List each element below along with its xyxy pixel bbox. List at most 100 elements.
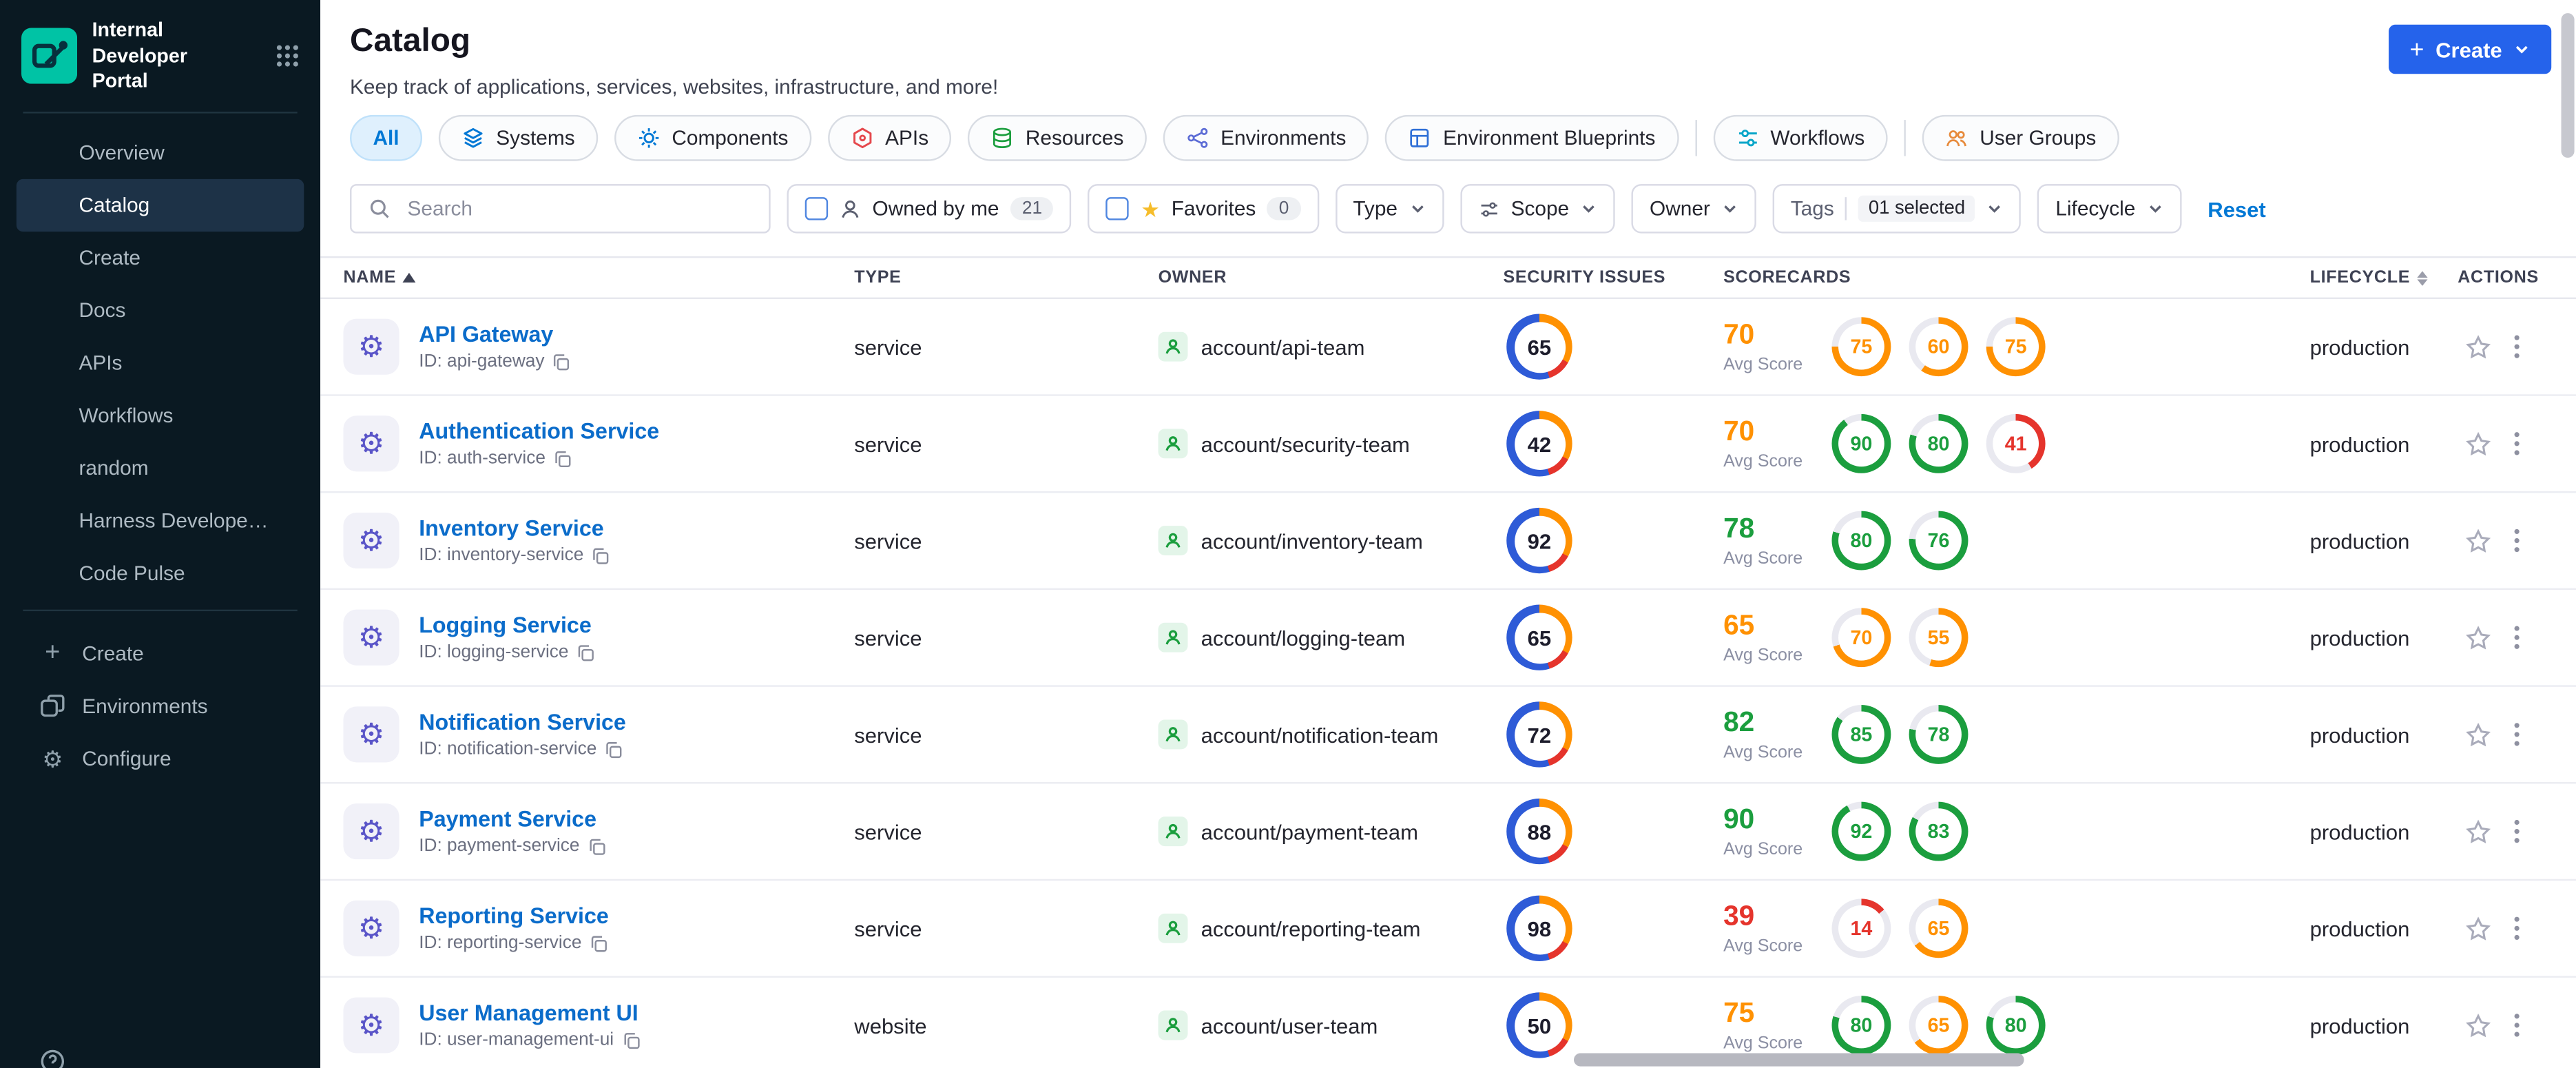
horizontal-scrollbar-thumb[interactable] bbox=[1574, 1053, 2024, 1067]
sidebar-item-workflows[interactable]: Workflows bbox=[0, 389, 320, 442]
scope-filter-dropdown[interactable]: Scope bbox=[1460, 184, 1615, 234]
copy-icon[interactable] bbox=[577, 644, 594, 661]
chevron-down-icon bbox=[1583, 205, 1595, 213]
col-header-lifecycle[interactable]: LIFECYCLE bbox=[2310, 268, 2458, 287]
row-menu-kebab-icon[interactable] bbox=[2513, 1012, 2520, 1038]
tab-environment-blueprints[interactable]: Environment Blueprints bbox=[1385, 114, 1679, 161]
favorites-checkbox[interactable] bbox=[1106, 197, 1130, 220]
tab-components[interactable]: Components bbox=[614, 114, 811, 161]
scorecard-rings: 14 65 bbox=[1831, 898, 1969, 958]
table-row[interactable]: ⚙ Authentication Service ID: auth-servic… bbox=[320, 396, 2576, 493]
favorite-star-icon[interactable] bbox=[2464, 624, 2493, 652]
sidebar-item-docs[interactable]: Docs bbox=[0, 284, 320, 336]
row-menu-kebab-icon[interactable] bbox=[2513, 431, 2520, 457]
entity-id: ID: inventory-service bbox=[419, 546, 610, 565]
scorecard-ring: 85 bbox=[1831, 704, 1891, 764]
sidebar-configure-button[interactable]: ⚙ Configure bbox=[0, 732, 320, 785]
tab-resources[interactable]: Resources bbox=[968, 114, 1147, 161]
lifecycle-filter-dropdown[interactable]: Lifecycle bbox=[2037, 184, 2182, 234]
entity-name-link[interactable]: Payment Service bbox=[419, 807, 596, 832]
row-menu-kebab-icon[interactable] bbox=[2513, 819, 2520, 845]
tab-apis[interactable]: APIs bbox=[827, 114, 952, 161]
favorites-filter[interactable]: ★ Favorites 0 bbox=[1088, 184, 1319, 234]
tags-filter-dropdown[interactable]: Tags 01 selected bbox=[1772, 184, 2022, 234]
copy-icon[interactable] bbox=[590, 934, 607, 952]
owner-filter-dropdown[interactable]: Owner bbox=[1631, 184, 1756, 234]
search-input[interactable] bbox=[404, 195, 753, 222]
entity-owner: account/security-team bbox=[1158, 429, 1504, 459]
sidebar-bottom-partial-item[interactable] bbox=[39, 1048, 65, 1068]
table-row[interactable]: ⚙ Reporting Service ID: reporting-servic… bbox=[320, 881, 2576, 978]
favorite-star-icon[interactable] bbox=[2464, 721, 2493, 749]
sidebar-item-random[interactable]: random bbox=[0, 442, 320, 494]
scorecard-rings: 70 55 bbox=[1831, 608, 1969, 668]
sidebar-create-button[interactable]: + Create bbox=[0, 627, 320, 679]
entity-name-link[interactable]: Inventory Service bbox=[419, 516, 603, 541]
entity-name-link[interactable]: API Gateway bbox=[419, 322, 553, 347]
row-menu-kebab-icon[interactable] bbox=[2513, 721, 2520, 748]
copy-icon[interactable] bbox=[592, 546, 610, 564]
owned-by-me-checkbox[interactable] bbox=[804, 197, 829, 220]
sidebar-environments-button[interactable]: Environments bbox=[0, 680, 320, 732]
security-issues-donut: 88 bbox=[1506, 798, 1572, 865]
avg-score: 39 Avg Score bbox=[1723, 900, 1803, 956]
entity-name-link[interactable]: Logging Service bbox=[419, 613, 592, 637]
scorecards-cell: 65 Avg Score 70 55 bbox=[1723, 608, 2310, 668]
apps-grid-icon[interactable] bbox=[274, 43, 300, 70]
copy-icon[interactable] bbox=[588, 837, 605, 855]
entity-name-link[interactable]: Authentication Service bbox=[419, 419, 659, 444]
sidebar-item-code-pulse[interactable]: Code Pulse bbox=[0, 547, 320, 599]
favorite-star-icon[interactable] bbox=[2464, 526, 2493, 555]
scorecard-ring: 65 bbox=[1909, 996, 1969, 1055]
page-subtitle: Keep track of applications, services, we… bbox=[350, 75, 999, 99]
table-row[interactable]: ⚙ Inventory Service ID: inventory-servic… bbox=[320, 493, 2576, 591]
row-menu-kebab-icon[interactable] bbox=[2513, 527, 2520, 553]
favorite-star-icon[interactable] bbox=[2464, 817, 2493, 845]
tab-systems[interactable]: Systems bbox=[438, 114, 599, 161]
table-row[interactable]: ⚙ Logging Service ID: logging-service se… bbox=[320, 590, 2576, 687]
sidebar-item-apis[interactable]: APIs bbox=[0, 336, 320, 389]
col-header-name[interactable]: NAME bbox=[344, 268, 855, 287]
tab-user-groups[interactable]: User Groups bbox=[1922, 114, 2119, 161]
entity-name-link[interactable]: User Management UI bbox=[419, 1000, 638, 1025]
row-menu-kebab-icon[interactable] bbox=[2513, 915, 2520, 941]
owned-by-me-filter[interactable]: Owned by me 21 bbox=[787, 184, 1072, 234]
row-menu-kebab-icon[interactable] bbox=[2513, 624, 2520, 650]
scorecard-ring: 55 bbox=[1909, 608, 1969, 668]
vertical-scrollbar-thumb[interactable] bbox=[2561, 13, 2575, 158]
reset-filters-link[interactable]: Reset bbox=[2208, 196, 2265, 221]
entity-kind-tabs: All Systems Components APIs Resources En… bbox=[320, 99, 2576, 177]
table-row[interactable]: ⚙ Notification Service ID: notification-… bbox=[320, 687, 2576, 784]
sidebar-item-harness-develope[interactable]: Harness Develope… bbox=[0, 494, 320, 546]
copy-icon[interactable] bbox=[552, 352, 570, 370]
favorite-star-icon[interactable] bbox=[2464, 914, 2493, 943]
copy-icon[interactable] bbox=[622, 1031, 640, 1049]
tab-all[interactable]: All bbox=[350, 114, 422, 161]
favorite-star-icon[interactable] bbox=[2464, 430, 2493, 458]
sidebar-item-catalog[interactable]: Catalog bbox=[16, 178, 304, 232]
row-menu-kebab-icon[interactable] bbox=[2513, 333, 2520, 360]
entity-type: service bbox=[854, 528, 922, 553]
tab-workflows[interactable]: Workflows bbox=[1712, 114, 1888, 161]
copy-icon[interactable] bbox=[554, 449, 572, 467]
favorite-star-icon[interactable] bbox=[2464, 333, 2493, 361]
copy-icon[interactable] bbox=[605, 740, 623, 758]
scorecard-ring: 14 bbox=[1831, 898, 1891, 958]
tab-environments[interactable]: Environments bbox=[1163, 114, 1369, 161]
sidebar-item-overview[interactable]: Overview bbox=[0, 126, 320, 178]
entity-name-link[interactable]: Notification Service bbox=[419, 710, 626, 735]
table-row[interactable]: ⚙ API Gateway ID: api-gateway service ac… bbox=[320, 299, 2576, 396]
create-button-label: Create bbox=[2435, 37, 2502, 62]
table-row[interactable]: ⚙ Payment Service ID: payment-service se… bbox=[320, 783, 2576, 881]
entity-name-link[interactable]: Reporting Service bbox=[419, 904, 609, 929]
tab-group-divider bbox=[1904, 120, 1906, 156]
team-icon bbox=[1158, 719, 1188, 750]
sidebar-item-create[interactable]: Create bbox=[0, 232, 320, 284]
favorite-star-icon[interactable] bbox=[2464, 1011, 2493, 1040]
name-cell: ⚙ API Gateway ID: api-gateway bbox=[343, 318, 855, 375]
create-button[interactable]: + Create bbox=[2388, 24, 2552, 74]
security-cell: 42 bbox=[1503, 411, 1723, 477]
scorecard-ring: 92 bbox=[1831, 801, 1891, 861]
type-filter-dropdown[interactable]: Type bbox=[1335, 184, 1444, 234]
table-row[interactable]: ⚙ User Management UI ID: user-management… bbox=[320, 978, 2576, 1068]
